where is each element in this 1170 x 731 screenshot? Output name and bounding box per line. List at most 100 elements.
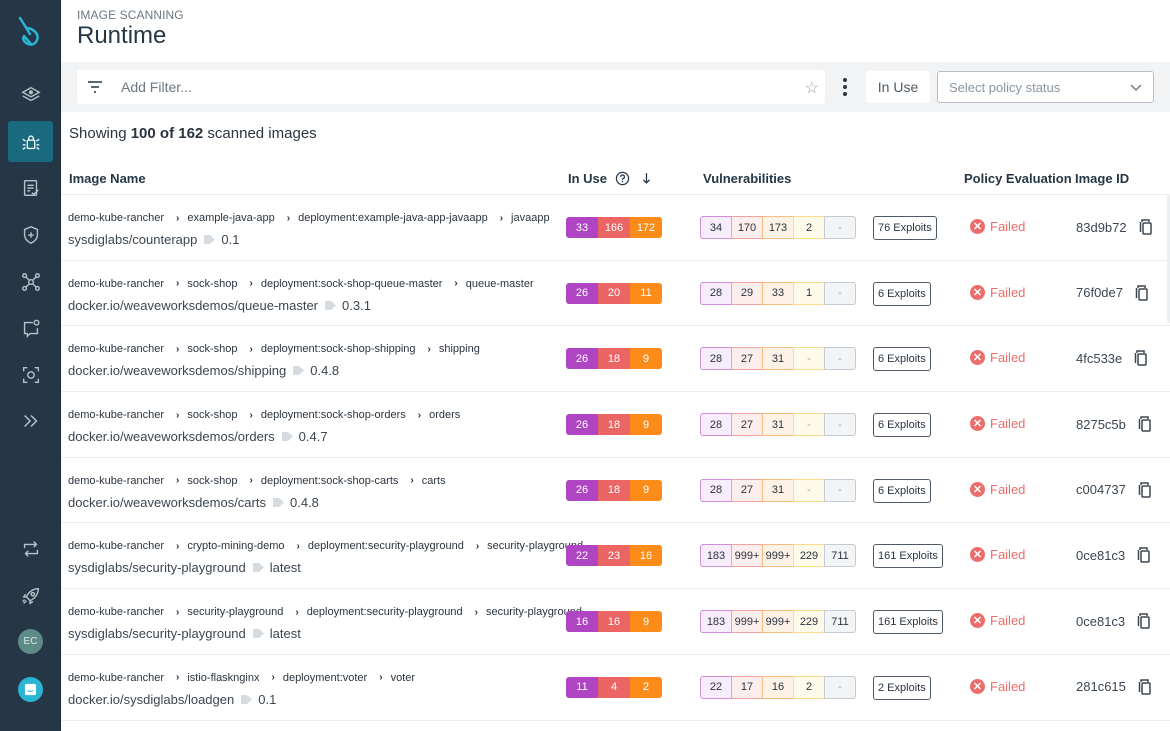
table-row[interactable]: demo-kube-rancher › istio-flasknginx › deplo… (61, 655, 1170, 721)
image-name[interactable]: sysdiglabs/counterapp 0.1 (68, 232, 239, 247)
vuln-high-count: 170 (731, 216, 763, 239)
exploits-badge[interactable]: 2 Exploits (873, 675, 931, 700)
path-segment[interactable]: demo-kube-rancher (68, 409, 164, 421)
table-row[interactable]: demo-kube-rancher › example-java-app › deplo… (61, 195, 1170, 261)
path-segment[interactable]: orders (429, 409, 460, 421)
image-name[interactable]: docker.io/sysdiglabs/loadgen 0.1 (68, 692, 276, 707)
path-segment[interactable]: voter (391, 672, 415, 684)
vuln-medium-count: 999+ (762, 544, 794, 568)
copy-icon[interactable] (1134, 350, 1148, 367)
column-header-policy-evaluation[interactable]: Policy Evaluation (964, 171, 1072, 186)
page-header: IMAGE SCANNING Runtime (61, 0, 1170, 62)
path-segment[interactable]: security-playground (187, 606, 283, 618)
copy-icon[interactable] (1138, 482, 1152, 498)
sidebar-item-captures[interactable] (8, 354, 53, 395)
column-header-image-name[interactable]: Image Name (69, 171, 146, 186)
filter-input[interactable] (121, 70, 781, 104)
chat-support-button[interactable] (18, 677, 43, 702)
path-segment[interactable]: demo-kube-rancher (68, 672, 164, 684)
sidebar-item-policies[interactable] (8, 214, 53, 255)
table-row[interactable]: demo-kube-rancher › sock-shop › deployment:s… (61, 261, 1170, 327)
path-segment[interactable]: deployment:sock-shop-carts (261, 475, 399, 487)
path-segment[interactable]: demo-kube-rancher (68, 278, 164, 290)
copy-icon[interactable] (1138, 679, 1152, 695)
image-name[interactable]: sysdiglabs/security-playground latest (68, 626, 301, 641)
image-name[interactable]: docker.io/weaveworksdemos/queue-master 0… (68, 298, 371, 313)
image-name[interactable]: docker.io/weaveworksdemos/shipping 0.4.8 (68, 363, 339, 378)
table-row[interactable]: demo-kube-rancher › crypto-mining-demo › dep… (61, 523, 1170, 590)
copy-icon[interactable] (1135, 284, 1149, 301)
more-options-menu-icon[interactable] (837, 76, 853, 98)
exploits-badge[interactable]: 6 Exploits (873, 478, 931, 503)
path-segment[interactable]: sock-shop (187, 475, 237, 487)
path-segment[interactable]: deployment:sock-shop-queue-master (261, 278, 443, 290)
path-segment[interactable]: deployment:voter (283, 672, 367, 684)
policy-status-select[interactable]: Select policy status (937, 71, 1154, 103)
path-segment[interactable]: sock-shop (187, 409, 237, 421)
sysdig-logo-icon[interactable] (14, 14, 46, 50)
user-avatar[interactable]: EC (18, 629, 43, 654)
breadcrumb[interactable]: IMAGE SCANNING (77, 8, 184, 22)
image-id-value: c004737 (1076, 482, 1126, 498)
copy-icon[interactable] (1138, 416, 1152, 432)
bug-icon (21, 134, 40, 150)
path-segment[interactable]: javaapp (511, 212, 550, 224)
exploits-badge[interactable]: 6 Exploits (873, 413, 931, 438)
sidebar-item-network[interactable] (8, 261, 53, 302)
copy-icon[interactable] (1139, 219, 1153, 235)
column-header-vulnerabilities[interactable]: Vulnerabilities (703, 171, 791, 186)
image-tag: 0.4.8 (310, 363, 340, 379)
sidebar-item-events[interactable] (8, 308, 53, 349)
path-segment[interactable]: istio-flasknginx (187, 672, 259, 684)
path-segment[interactable]: crypto-mining-demo (187, 540, 284, 552)
column-header-in-use[interactable]: In Use (568, 171, 651, 186)
table-row[interactable]: demo-kube-rancher › security-playground › de… (61, 589, 1170, 655)
path-segment[interactable]: deployment:sock-shop-orders (261, 409, 406, 421)
path-segment[interactable]: demo-kube-rancher (68, 475, 164, 487)
path-segment[interactable]: deployment:security-playground (308, 540, 464, 552)
path-segment[interactable]: deployment:security-playground (307, 606, 463, 618)
path-segment[interactable]: carts (422, 475, 446, 487)
path-segment[interactable]: sock-shop (187, 343, 237, 355)
sidebar-expand-button[interactable] (8, 400, 53, 441)
path-segment[interactable]: shipping (439, 343, 480, 355)
path-segment[interactable]: demo-kube-rancher (68, 212, 164, 224)
exploits-badge[interactable]: 6 Exploits (873, 281, 931, 306)
path-segment[interactable]: queue-master (466, 278, 534, 290)
image-name[interactable]: sysdiglabs/security-playground latest (68, 560, 301, 575)
sidebar-item-image-scanning[interactable] (8, 121, 53, 162)
path-segment[interactable]: demo-kube-rancher (68, 343, 164, 355)
table-row[interactable]: demo-kube-rancher › sock-shop › deployment:s… (61, 326, 1170, 393)
failed-x-icon: ✕ (970, 350, 985, 366)
sidebar-item-integrations[interactable] (8, 528, 53, 569)
image-name[interactable]: docker.io/weaveworksdemos/carts 0.4.8 (68, 495, 319, 510)
exploits-badge[interactable]: 161 Exploits (873, 610, 943, 635)
help-icon[interactable] (615, 171, 630, 186)
exploits-badge[interactable]: 76 Exploits (873, 216, 937, 240)
filter-icon[interactable] (87, 80, 103, 94)
sidebar-item-layers[interactable] (8, 74, 53, 115)
path-segment[interactable]: sock-shop (187, 278, 237, 290)
vuln-negligible-count: - (824, 216, 856, 239)
copy-icon[interactable] (1137, 613, 1151, 629)
exploits-badge[interactable]: 161 Exploits (873, 544, 943, 569)
policy-status-label: Failed (990, 284, 1026, 300)
failed-x-icon: ✕ (970, 547, 985, 563)
path-segment[interactable]: deployment:example-java-app-javaapp (298, 212, 488, 224)
sort-descending-icon[interactable] (642, 172, 651, 185)
path-segment[interactable]: example-java-app (187, 212, 274, 224)
path-segment[interactable]: demo-kube-rancher (68, 606, 164, 618)
table-row[interactable]: demo-kube-rancher › sock-shop › deployment:s… (61, 392, 1170, 458)
exploits-badge[interactable]: 6 Exploits (873, 347, 931, 372)
column-header-image-id[interactable]: Image ID (1075, 171, 1129, 186)
path-segment[interactable]: demo-kube-rancher (68, 540, 164, 552)
path-segment[interactable]: deployment:sock-shop-shipping (261, 343, 416, 355)
in-use-critical-count: 22 (566, 545, 598, 567)
star-icon[interactable]: ☆ (805, 78, 819, 98)
copy-icon[interactable] (1137, 547, 1151, 564)
sidebar-item-compliance[interactable] (8, 167, 53, 208)
in-use-toggle-button[interactable]: In Use (866, 71, 930, 103)
table-row[interactable]: demo-kube-rancher › sock-shop › deployment:s… (61, 458, 1170, 524)
sidebar-item-get-started[interactable] (8, 575, 53, 616)
image-name[interactable]: docker.io/weaveworksdemos/orders 0.4.7 (68, 429, 328, 444)
